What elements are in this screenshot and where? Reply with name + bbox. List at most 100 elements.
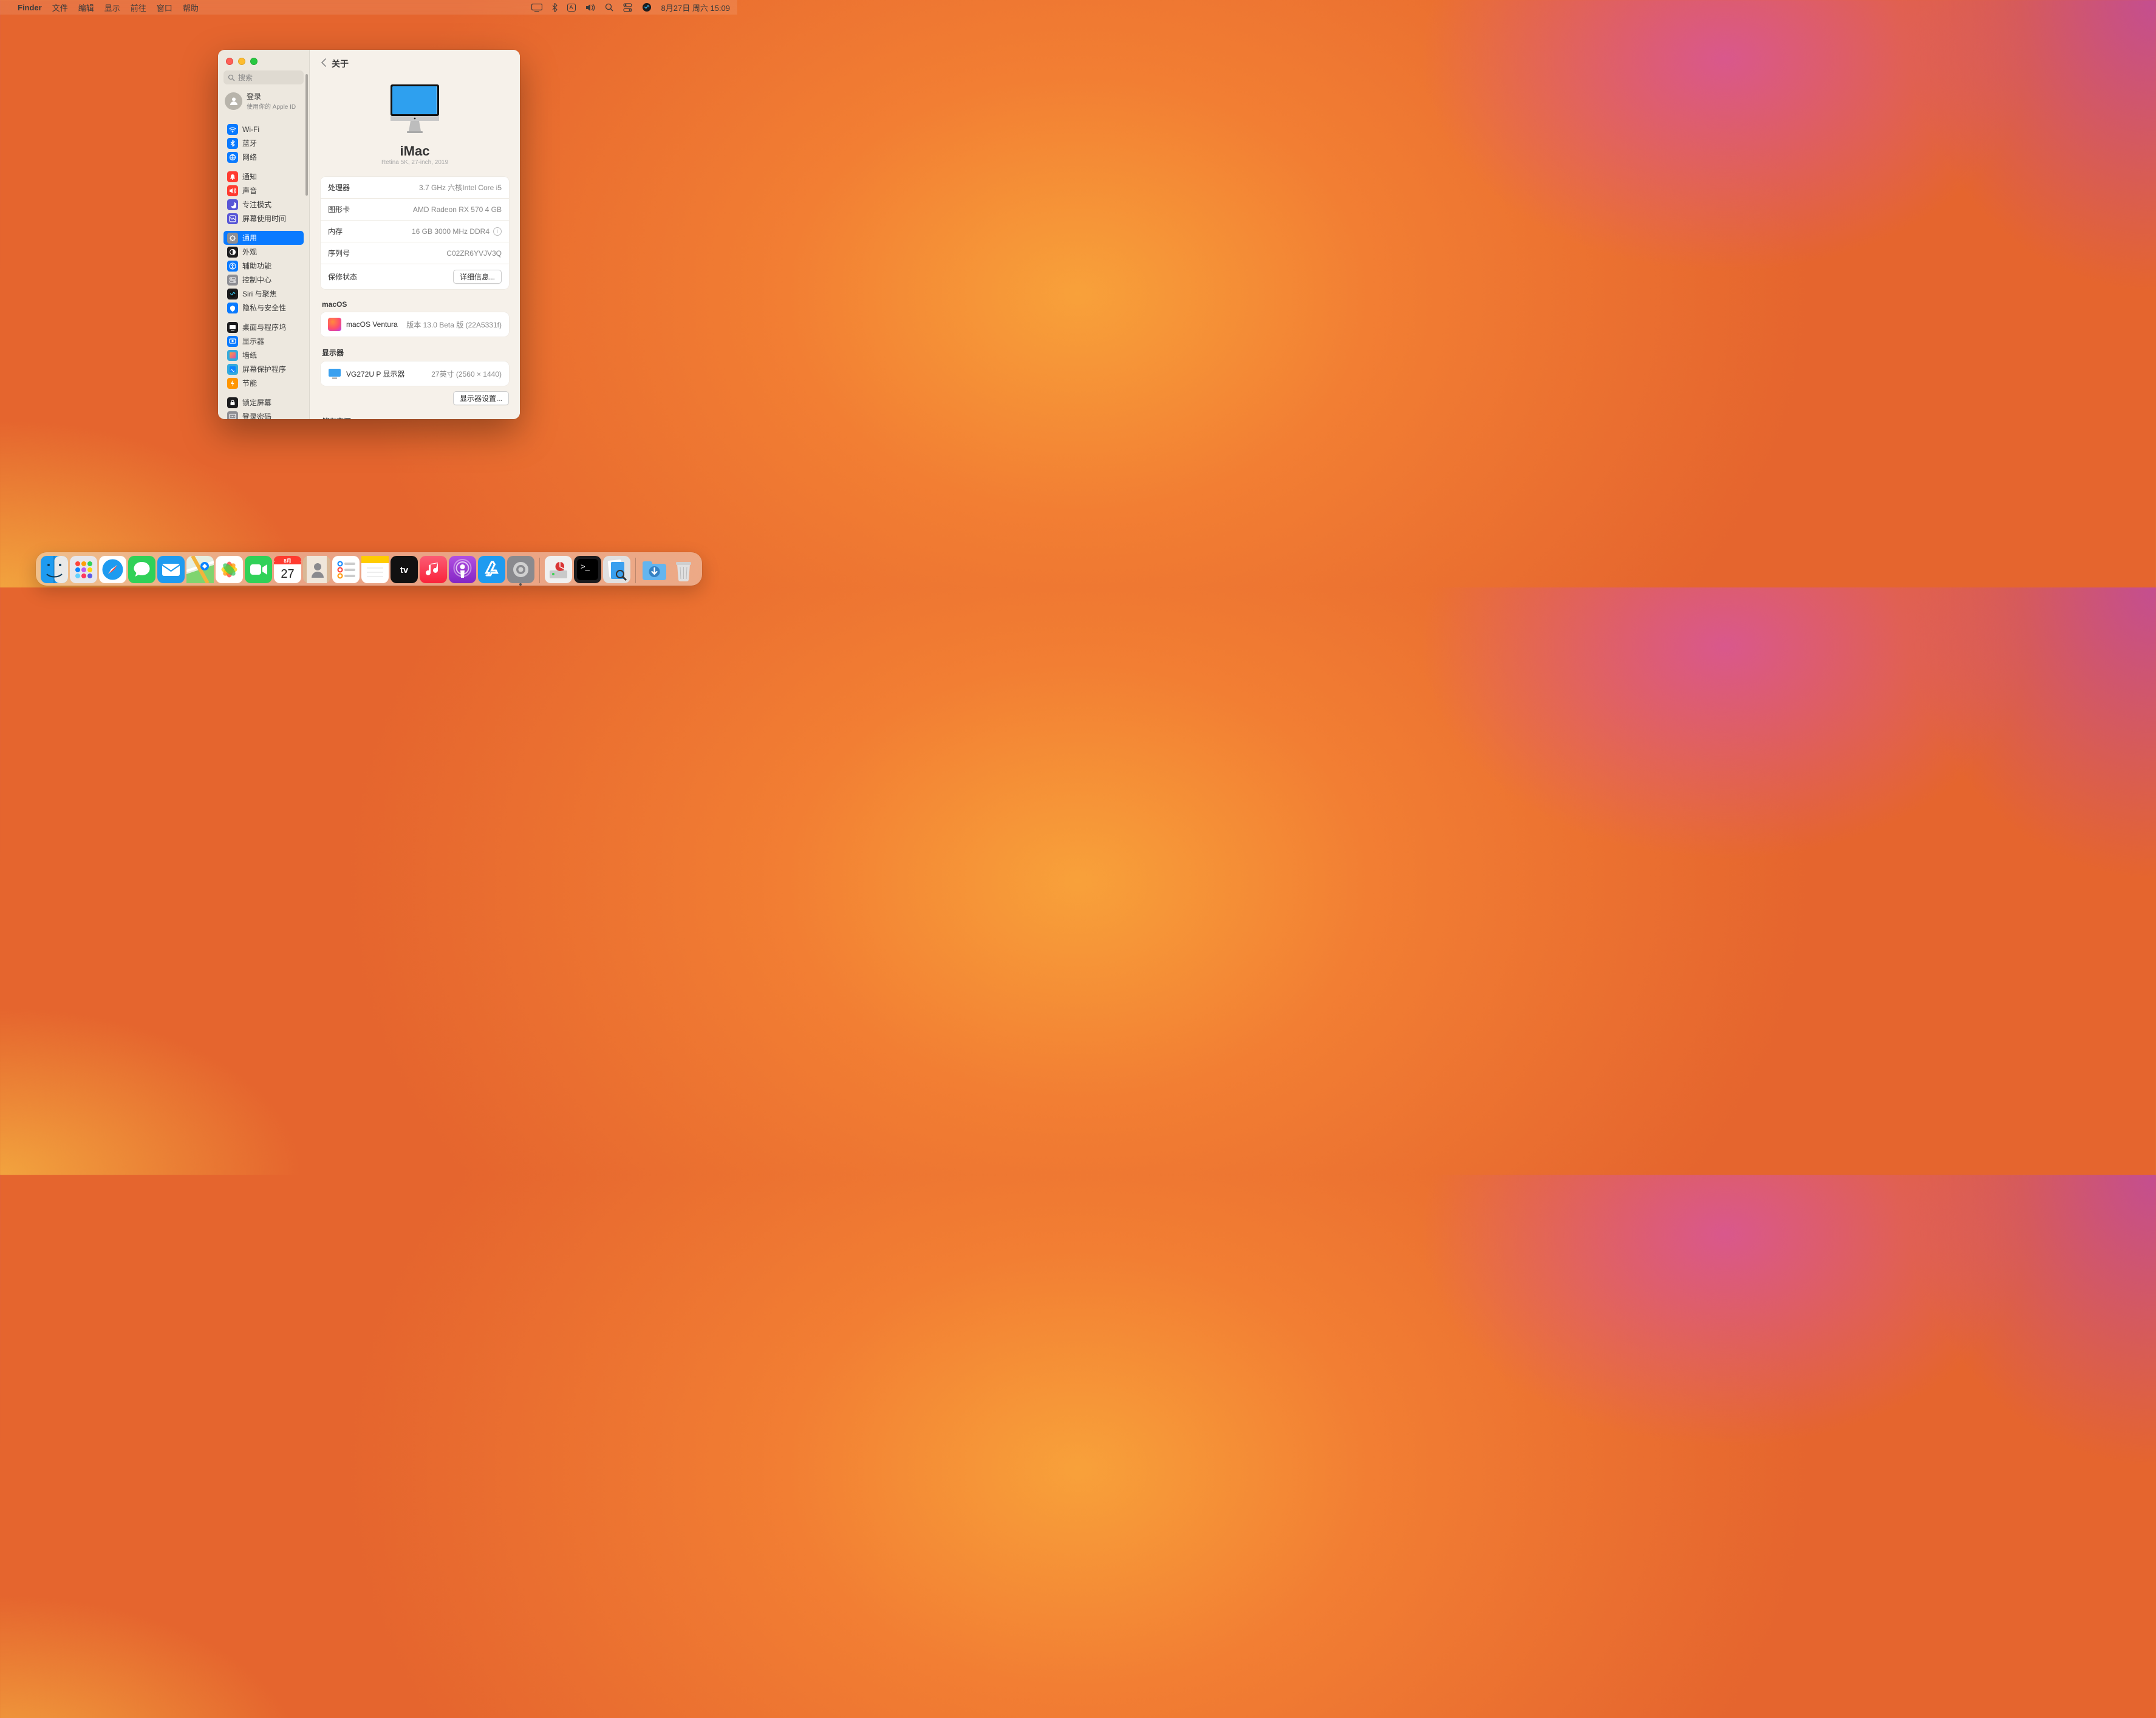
accessibility-icon [227,261,238,272]
sidebar-item-privacy[interactable]: 隐私与安全性 [223,301,304,315]
running-indicator [519,583,522,586]
sidebar-item-wifi[interactable]: Wi-Fi [223,122,304,136]
device-name: iMac [321,143,509,159]
appearance-icon [227,247,238,258]
sound-icon [227,185,238,196]
content-pane: 关于 iMac Retina 5K, 27-inch, 2019 处理器3.7 … [310,50,520,419]
spec-row: 保修状态 详细信息... [321,264,509,289]
sidebar-item-displays[interactable]: 显示器 [223,334,304,348]
dock-finder[interactable] [41,556,68,583]
status-input-icon[interactable]: A [567,4,576,12]
dock-launchpad[interactable] [70,556,97,583]
sidebar-item-energy[interactable]: 节能 [223,376,304,390]
sidebar-item-network[interactable]: 网络 [223,150,304,164]
menu-app[interactable]: Finder [18,3,42,12]
dock-reminders[interactable] [332,556,360,583]
sidebar-item-siri[interactable]: Siri 与聚焦 [223,287,304,301]
spec-label: 序列号 [328,248,350,258]
loginpw-icon [227,411,238,420]
spec-row: 序列号C02ZR6YVJV3Q [321,242,509,264]
menu-window[interactable]: 窗口 [157,2,172,13]
menu-file[interactable]: 文件 [52,2,68,13]
status-sound-icon[interactable] [585,4,595,12]
sidebar-item-general[interactable]: 通用 [223,231,304,245]
window-minimize-button[interactable] [238,58,245,65]
privacy-icon [227,303,238,313]
dock-downloads[interactable] [641,556,668,583]
login-row[interactable]: 登录 使用你的 Apple ID [223,89,304,117]
dock-music[interactable] [420,556,447,583]
back-button[interactable] [321,58,327,70]
menu-help[interactable]: 帮助 [183,2,199,13]
wallpaper-icon [227,350,238,361]
dock-disk-utility[interactable] [545,556,572,583]
spec-row: 处理器3.7 GHz 六核Intel Core i5 [321,177,509,199]
sidebar-item-accessibility[interactable]: 辅助功能 [223,259,304,273]
sidebar-item-screentime[interactable]: 屏幕使用时间 [223,211,304,225]
sidebar-item-label: 显示器 [242,336,264,346]
dock-appstore[interactable] [478,556,505,583]
search-input[interactable]: 搜索 [223,70,304,84]
menu-view[interactable]: 显示 [104,2,120,13]
display-detail: 27英寸 (2560 × 1440) [431,369,502,379]
sidebar-item-screensaver[interactable]: 屏幕保护程序 [223,362,304,376]
window-close-button[interactable] [226,58,233,65]
sidebar-item-notifications[interactable]: 通知 [223,169,304,183]
sidebar-item-lock[interactable]: 锁定屏幕 [223,395,304,409]
dock-mail[interactable] [157,556,185,583]
dock-calendar[interactable]: 8月27 [274,556,301,583]
sidebar-item-label: 控制中心 [242,275,271,285]
dock-notes[interactable] [361,556,389,583]
status-siri-icon[interactable] [642,2,652,12]
dock-separator [539,558,540,583]
dock-trash[interactable] [670,556,697,583]
dock-tv[interactable]: tv [391,556,418,583]
sidebar-item-sound[interactable]: 声音 [223,183,304,197]
dock-contacts[interactable] [303,556,330,583]
dock-messages[interactable] [128,556,155,583]
sidebar-item-desktop[interactable]: 桌面与程序坞 [223,320,304,334]
sidebar-item-focus[interactable]: 专注模式 [223,197,304,211]
sidebar-item-loginpw[interactable]: 登录密码 [223,409,304,419]
status-controlcenter-icon[interactable] [623,3,632,12]
window-zoom-button[interactable] [250,58,258,65]
menubar: Finder 文件 编辑 显示 前往 窗口 帮助 A 8月27日 周六 15:0… [0,0,737,15]
device-image-icon [384,83,445,134]
menu-go[interactable]: 前往 [131,2,146,13]
sidebar-item-label: 网络 [242,152,257,162]
bluetooth-icon [227,138,238,149]
dock-preview[interactable] [603,556,630,583]
dock-facetime[interactable] [245,556,272,583]
spec-label: 保修状态 [328,272,357,282]
dock-settings[interactable] [507,556,534,583]
login-subtitle: 使用你的 Apple ID [247,101,296,111]
sidebar-item-label: 桌面与程序坞 [242,322,286,332]
controlcenter-icon [227,275,238,286]
notifications-icon [227,171,238,182]
display-settings-button[interactable]: 显示器设置... [453,391,509,405]
dock-safari[interactable] [99,556,126,583]
sidebar-scrollbar[interactable] [305,74,308,416]
status-clock[interactable]: 8月27日 周六 15:09 [661,2,730,13]
sidebar-item-label: 通用 [242,233,257,243]
spec-value: 3.7 GHz 六核Intel Core i5 [419,182,502,193]
status-spotlight-icon[interactable] [605,3,613,12]
sidebar-item-label: 墙纸 [242,350,257,360]
menu-edit[interactable]: 编辑 [78,2,94,13]
sidebar-item-appearance[interactable]: 外观 [223,245,304,259]
dock-podcasts[interactable] [449,556,476,583]
status-bluetooth-icon[interactable] [552,3,558,12]
sidebar-item-wallpaper[interactable]: 墙纸 [223,348,304,362]
warranty-details-button[interactable]: 详细信息... [453,270,502,284]
display-name: VG272U P 显示器 [346,369,404,379]
search-icon [228,74,235,81]
sidebar-item-label: 通知 [242,171,257,182]
sidebar-item-controlcenter[interactable]: 控制中心 [223,273,304,287]
chevron-left-icon [321,58,327,67]
dock-photos[interactable] [216,556,243,583]
sidebar-item-bluetooth[interactable]: 蓝牙 [223,136,304,150]
dock-terminal[interactable]: >_ [574,556,601,583]
dock-maps[interactable] [186,556,214,583]
info-icon[interactable]: i [493,227,502,236]
status-tv-icon[interactable] [531,4,542,12]
